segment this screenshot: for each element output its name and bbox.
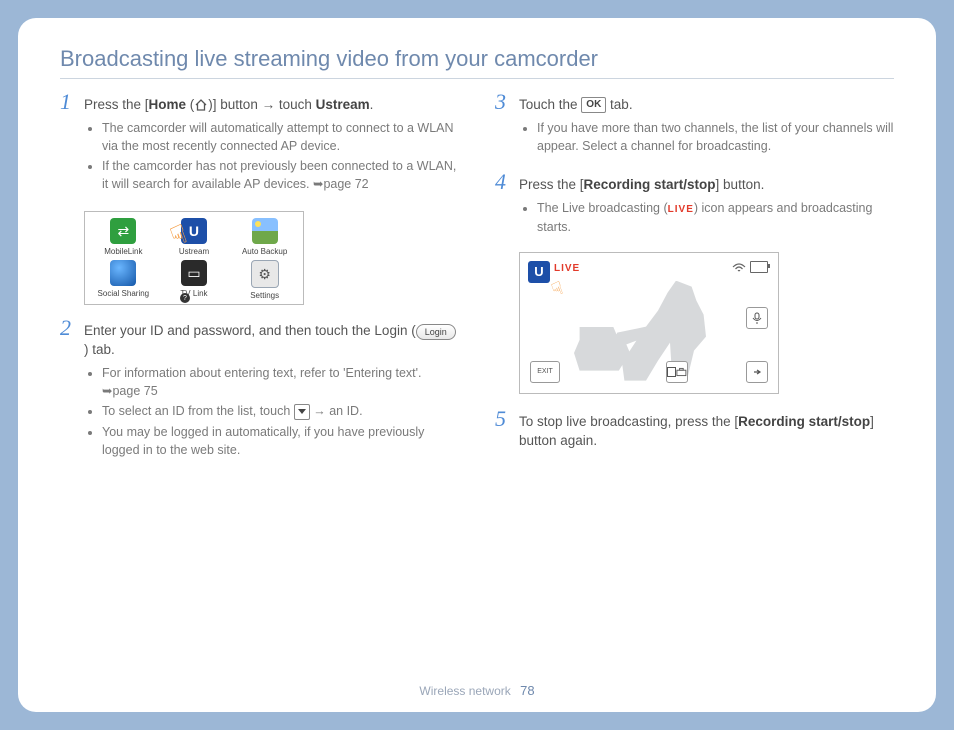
step-5-number: 5 xyxy=(495,408,509,430)
app-label: Settings xyxy=(250,291,279,300)
live-icon: LIVE xyxy=(668,204,694,215)
step-1-note-2: If the camcorder has not previously been… xyxy=(102,157,459,193)
footer-page-number: 78 xyxy=(520,683,534,698)
step-3-notes: If you have more than two channels, the … xyxy=(519,119,894,155)
page-outer: Broadcasting live streaming video from y… xyxy=(0,0,954,730)
mobilelink-icon: ⇄ xyxy=(110,218,136,244)
step-4-body: Press the [Recording start/stop] button.… xyxy=(519,176,894,246)
footer-section: Wireless network xyxy=(419,684,510,698)
vf-share-button-icon xyxy=(746,361,768,383)
ok-tab-icon: OK xyxy=(581,97,606,113)
step-2: 2 Enter your ID and password, and then t… xyxy=(60,317,459,468)
app-label: Social Sharing xyxy=(98,289,150,298)
vf-touch-hand-icon: ☟ xyxy=(549,277,566,300)
t: Touch the xyxy=(519,97,581,112)
vf-exit-button-icon: EXIT xyxy=(530,361,560,383)
app-ustream: U Ustream xyxy=(160,218,229,256)
t: . xyxy=(370,97,374,112)
info-badge-icon: ? xyxy=(180,293,190,303)
t: The Live broadcasting ( xyxy=(537,201,668,215)
step-5: 5 To stop live broadcasting, press the [… xyxy=(495,408,894,451)
title-rule xyxy=(60,78,894,79)
step-4: 4 Press the [Recording start/stop] butto… xyxy=(495,171,894,246)
battery-icon xyxy=(750,261,768,273)
t: Enter your ID and password, and then tou… xyxy=(84,323,416,338)
app-label: Auto Backup xyxy=(242,247,287,256)
step-3-note-1: If you have more than two channels, the … xyxy=(537,119,894,155)
dropdown-icon xyxy=(294,404,310,420)
t: OK xyxy=(586,99,601,110)
ustream-badge-icon: U xyxy=(528,261,550,283)
step-3-body: Touch the OK tab. If you have more than … xyxy=(519,96,894,165)
ustream-icon: U xyxy=(181,218,207,244)
right-column: 3 Touch the OK tab. If you have more tha… xyxy=(495,91,894,475)
t: Ustream xyxy=(316,97,370,112)
t: Press the [ xyxy=(519,177,584,192)
vf-live-icon: LIVE xyxy=(554,263,580,274)
page-title: Broadcasting live streaming video from y… xyxy=(60,46,894,72)
t: To select an ID from the list, touch xyxy=(102,404,294,418)
step-1-number: 1 xyxy=(60,91,74,113)
step-2-lead: Enter your ID and password, and then tou… xyxy=(84,323,456,357)
app-mobilelink: ⇄ MobileLink xyxy=(89,218,158,256)
t: )] button → touch xyxy=(208,97,315,112)
step-3: 3 Touch the OK tab. If you have more tha… xyxy=(495,91,894,165)
left-column: 1 Press the [Home ( )] button → touch Ust… xyxy=(60,91,459,475)
t: Recording start/stop xyxy=(738,414,870,429)
app-label: Ustream xyxy=(179,247,209,256)
autobackup-icon xyxy=(252,218,278,244)
vf-camera-button-icon xyxy=(666,361,688,383)
t: To stop live broadcasting, press the [ xyxy=(519,414,738,429)
step-2-note-3: You may be logged in automatically, if y… xyxy=(102,423,459,459)
app-autobackup: Auto Backup xyxy=(230,218,299,256)
t: → an ID. xyxy=(310,404,363,418)
app-socialsharing: Social Sharing xyxy=(89,260,158,300)
step-4-notes: The Live broadcasting (LIVE) icon appear… xyxy=(519,199,894,236)
socialsharing-icon xyxy=(110,260,136,286)
wifi-icon xyxy=(732,263,746,276)
step-2-note-1: For information about entering text, ref… xyxy=(102,364,459,400)
step-3-lead: Touch the OK tab. xyxy=(519,97,633,112)
content-columns: 1 Press the [Home ()] button → touch Ust… xyxy=(60,91,894,475)
step-3-number: 3 xyxy=(495,91,509,113)
t: Recording start/stop xyxy=(584,177,716,192)
t: ] button. xyxy=(716,177,765,192)
tvlink-icon: ▭ xyxy=(181,260,207,286)
settings-icon: ⚙ xyxy=(251,260,279,288)
step-2-number: 2 xyxy=(60,317,74,339)
home-app-grid: ⇄ MobileLink U Ustream Auto Backup Socia… xyxy=(84,211,304,305)
step-4-number: 4 xyxy=(495,171,509,193)
step-5-body: To stop live broadcasting, press the [Re… xyxy=(519,413,894,451)
t: Home xyxy=(149,97,187,112)
step-5-lead: To stop live broadcasting, press the [Re… xyxy=(519,414,874,448)
step-4-note-1: The Live broadcasting (LIVE) icon appear… xyxy=(537,199,894,236)
step-1-body: Press the [Home ( )] button → touch Ustre… xyxy=(84,96,459,203)
t: tab. xyxy=(606,97,632,112)
login-tab-icon: Login xyxy=(416,324,456,340)
step-2-body: Enter your ID and password, and then tou… xyxy=(84,322,459,468)
step-2-notes: For information about entering text, ref… xyxy=(84,364,459,459)
step-2-note-2: To select an ID from the list, touch → a… xyxy=(102,402,459,420)
page-inner: Broadcasting live streaming video from y… xyxy=(18,18,936,712)
t: Press the [ xyxy=(84,97,149,112)
app-tvlink: ▭ TV Link xyxy=(160,260,229,300)
step-1-lead: Press the [Home ( )] button → touch Ustre… xyxy=(84,97,373,112)
step-1-notes: The camcorder will automatically attempt… xyxy=(84,119,459,194)
viewfinder-illustration: U LIVE ☟ EXIT xyxy=(519,252,779,394)
t: ) tab. xyxy=(84,342,115,357)
app-label: MobileLink xyxy=(104,247,142,256)
step-1-note-1: The camcorder will automatically attempt… xyxy=(102,119,459,155)
vf-mic-button-icon xyxy=(746,307,768,329)
page-footer: Wireless network 78 xyxy=(18,683,936,698)
step-1: 1 Press the [Home ( )] button → touch Ust… xyxy=(60,91,459,203)
t: ( xyxy=(186,97,194,112)
step-4-lead: Press the [Recording start/stop] button. xyxy=(519,177,764,192)
home-icon xyxy=(194,99,208,111)
app-settings: ⚙ Settings xyxy=(230,260,299,300)
